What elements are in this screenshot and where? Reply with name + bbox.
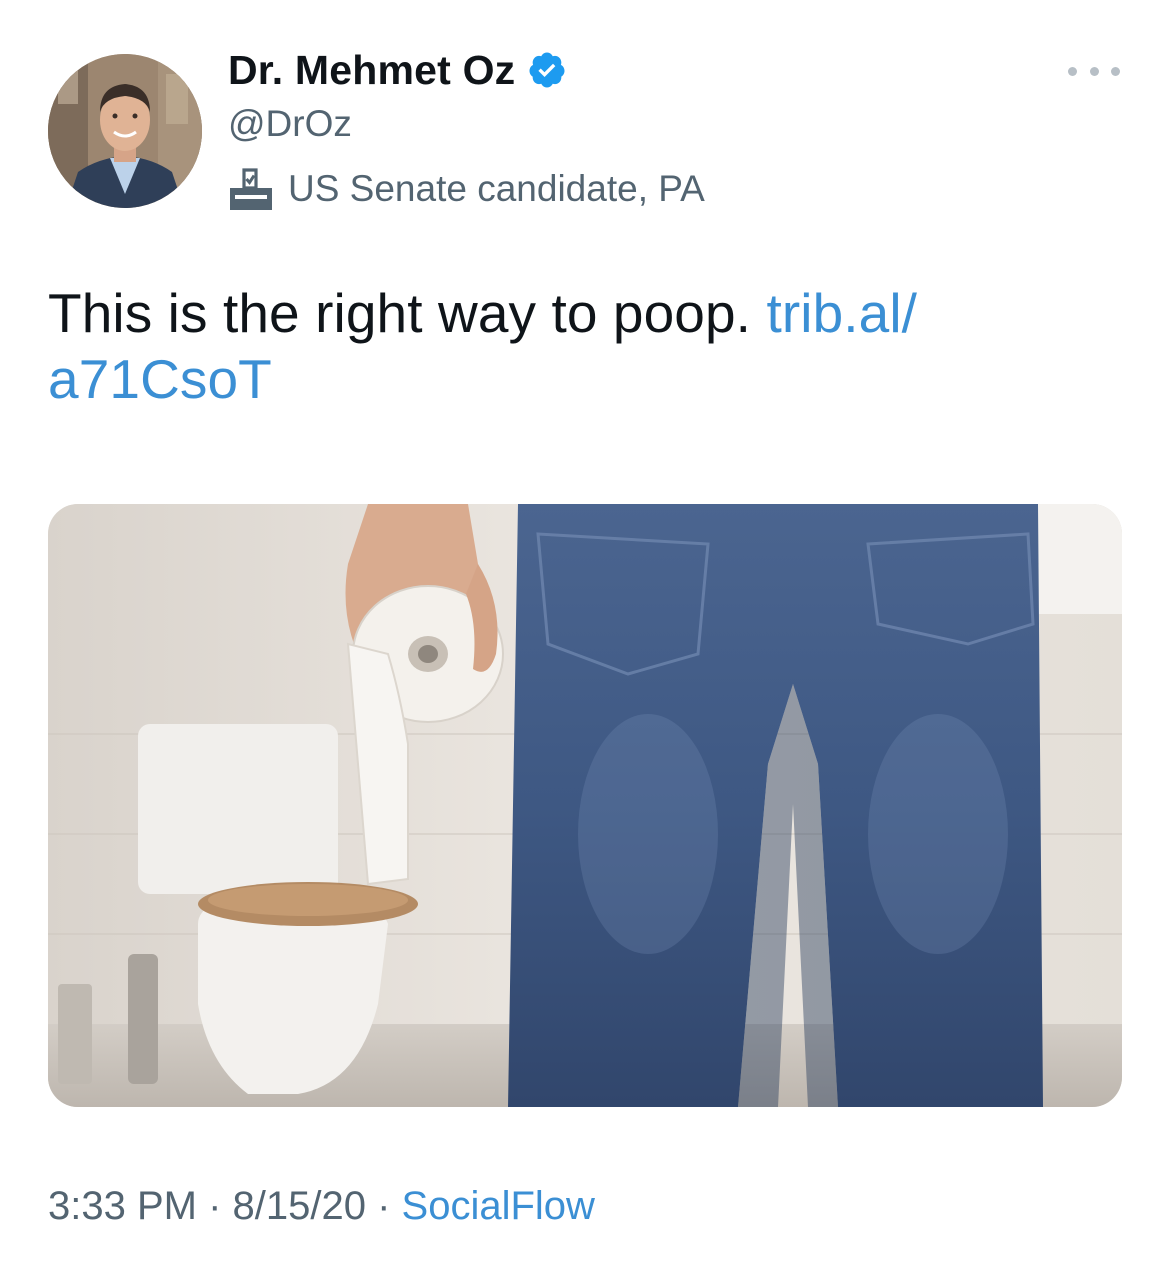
avatar[interactable] — [48, 54, 202, 208]
tweet-source[interactable]: SocialFlow — [402, 1184, 595, 1228]
more-dot — [1068, 66, 1077, 76]
photo-illustration — [48, 504, 1122, 1107]
more-options-icon[interactable] — [1068, 56, 1120, 86]
display-name-text: Dr. Mehmet Oz — [228, 47, 516, 93]
more-dot — [1111, 66, 1120, 76]
tweet-body: This is the right way to poop. — [48, 282, 752, 344]
tweet-date[interactable]: 8/15/20 — [233, 1184, 366, 1228]
more-dot — [1089, 66, 1099, 76]
author-display-name[interactable]: Dr. Mehmet Oz — [228, 46, 567, 94]
avatar-photo — [48, 54, 202, 208]
verified-badge-icon — [529, 52, 565, 88]
tweet-meta: 3:33 PM · 8/15/20 · SocialFlow — [48, 1180, 595, 1232]
affiliation-text: US Senate candidate, PA — [288, 168, 705, 209]
tweet-text: This is the right way to poop. trib.al/ … — [48, 280, 1108, 412]
meta-separator: · — [196, 1184, 233, 1228]
meta-separator: · — [365, 1184, 402, 1228]
ballot-box-icon — [230, 168, 272, 210]
attached-photo[interactable] — [48, 504, 1122, 1107]
tweet-time[interactable]: 3:33 PM — [48, 1184, 197, 1228]
author-affiliation-label[interactable]: US Senate candidate, PA — [226, 164, 705, 214]
author-handle[interactable]: @DrOz — [228, 102, 352, 146]
